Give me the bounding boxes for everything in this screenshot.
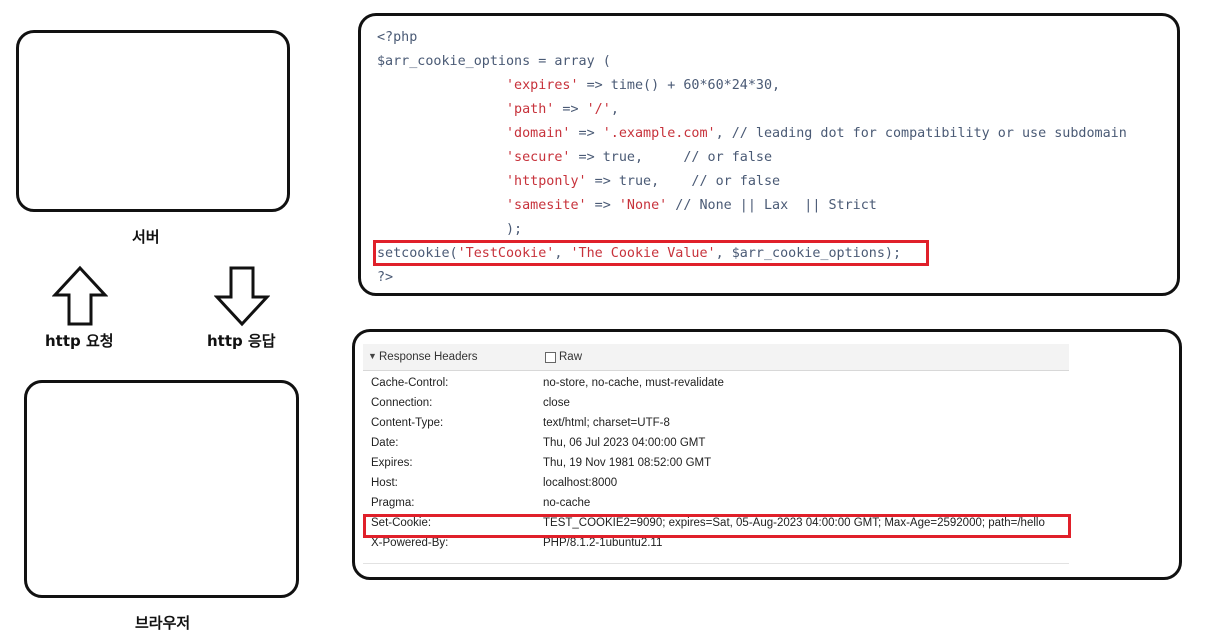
header-row: Pragma: no-cache	[363, 494, 1069, 514]
table-divider	[363, 563, 1069, 564]
code-line: 'domain' => '.example.com', // leading d…	[506, 126, 1127, 141]
response-headers-title: Response Headers	[379, 351, 478, 363]
header-key: Expires:	[371, 457, 413, 469]
code-line: <?php	[377, 30, 418, 45]
up-arrow-icon	[52, 265, 108, 326]
header-row: Date: Thu, 06 Jul 2023 04:00:00 GMT	[363, 434, 1069, 454]
header-key: X-Powered-By:	[371, 537, 449, 549]
header-key: Date:	[371, 437, 399, 449]
header-value: close	[543, 397, 570, 409]
header-value: PHP/8.1.2-1ubuntu2.11	[543, 537, 663, 549]
code-line: );	[377, 222, 523, 237]
header-row: Host: localhost:8000	[363, 474, 1069, 494]
code-line: 'httponly' => true, // or false	[506, 174, 781, 189]
server-box	[16, 30, 290, 212]
php-code-panel: <?php $arr_cookie_options = array ( 'expi…	[358, 13, 1180, 296]
request-label: http 요청	[45, 332, 114, 350]
header-key: Connection:	[371, 397, 433, 409]
header-row: Connection: close	[363, 394, 1069, 414]
header-value: localhost:8000	[543, 477, 618, 489]
code-line: 'path' => '/',	[506, 102, 619, 117]
down-arrow-icon	[214, 266, 270, 327]
header-value: Thu, 19 Nov 1981 08:52:00 GMT	[543, 457, 712, 469]
header-key: Content-Type:	[371, 417, 444, 429]
triangle-down-icon[interactable]: ▼	[368, 351, 377, 361]
response-headers-header[interactable]: ▼ Response Headers Raw	[363, 344, 1069, 371]
header-value: no-store, no-cache, must-revalidate	[543, 377, 724, 389]
set-cookie-highlight	[363, 514, 1071, 538]
response-headers-panel: ▼ Response Headers Raw Cache-Control: no…	[352, 329, 1182, 580]
header-key: Cache-Control:	[371, 377, 449, 389]
header-key: Pragma:	[371, 497, 415, 509]
header-value: Thu, 06 Jul 2023 04:00:00 GMT	[543, 437, 706, 449]
header-row: Cache-Control: no-store, no-cache, must-…	[363, 374, 1069, 394]
header-key: Host:	[371, 477, 398, 489]
response-label: http 응답	[207, 332, 276, 350]
code-line: 'expires' => time() + 60*60*24*30,	[506, 78, 781, 93]
code-line: 'secure' => true, // or false	[506, 150, 773, 165]
setcookie-highlight	[373, 240, 929, 266]
header-row: Content-Type: text/html; charset=UTF-8	[363, 414, 1069, 434]
code-line: 'samesite' => 'None' // None || Lax || S…	[506, 198, 877, 213]
header-value: text/html; charset=UTF-8	[543, 417, 670, 429]
browser-box	[24, 380, 299, 598]
browser-label: 브라우저	[135, 614, 191, 632]
header-row: Expires: Thu, 19 Nov 1981 08:52:00 GMT	[363, 454, 1069, 474]
server-label: 서버	[132, 228, 160, 246]
code-line: ?>	[377, 270, 394, 285]
raw-label[interactable]: Raw	[559, 351, 582, 363]
header-value: no-cache	[543, 497, 591, 509]
raw-checkbox[interactable]	[545, 352, 556, 363]
code-line: $arr_cookie_options = array (	[377, 54, 611, 69]
